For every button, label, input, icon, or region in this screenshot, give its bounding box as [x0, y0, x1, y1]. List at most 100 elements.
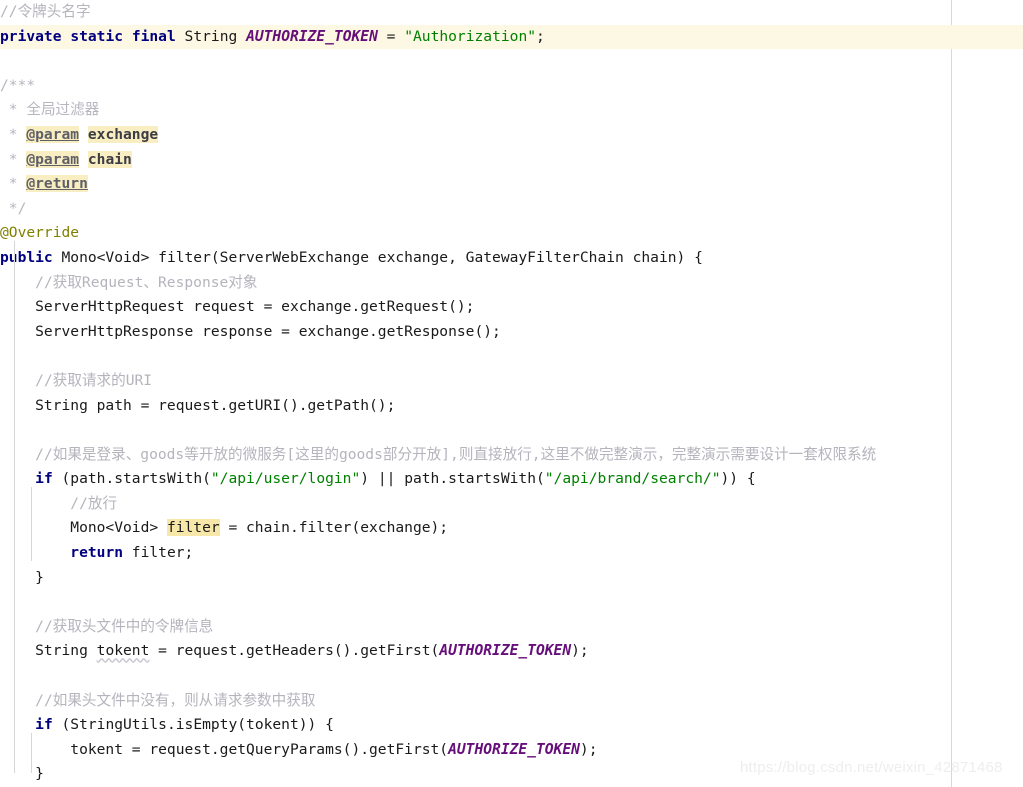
code-token: AUTHORIZE_TOKEN — [439, 642, 572, 660]
code-token: ); — [579, 740, 598, 758]
code-token: "/api/user/login" — [210, 470, 361, 488]
code-token: * — [0, 150, 27, 168]
code-token: return — [70, 544, 124, 562]
line-if-startswith[interactable]: if (path.startsWith("/api/user/login") |… — [0, 467, 1023, 492]
line-javadoc-close[interactable]: */ — [0, 197, 1023, 222]
line-comment-pass[interactable]: //放行 — [0, 492, 1023, 517]
code-token: = — [377, 27, 405, 45]
code-token: public — [0, 248, 53, 266]
line-close-if-1[interactable]: } — [0, 566, 1023, 591]
line-if-isempty[interactable]: if (StringUtils.isEmpty(tokent)) { — [0, 713, 1023, 738]
line-comment-get-req-resp[interactable]: //获取Request、Response对象 — [0, 271, 1023, 296]
code-token: //令牌头名字 — [0, 3, 91, 20]
code-token: Mono<Void> — [0, 519, 167, 537]
code-token: */ — [0, 199, 27, 217]
code-token: "/api/brand/search/" — [544, 470, 721, 488]
code-token: } — [0, 765, 44, 783]
code-token: 全局过滤器 — [26, 101, 100, 119]
indent-guide — [31, 733, 32, 773]
code-token: filter; — [123, 544, 194, 562]
code-token: filter — [166, 519, 220, 537]
code-token: @param — [26, 125, 80, 143]
code-token: @Override — [0, 224, 80, 242]
line-filter-signature[interactable]: public Mono<Void> filter(ServerWebExchan… — [0, 246, 1023, 271]
code-token: = request.getHeaders().getFirst( — [149, 642, 440, 660]
code-token: //放行 — [70, 494, 118, 512]
line-override-annotation[interactable]: @Override — [0, 221, 1023, 246]
code-token: private — [0, 27, 62, 45]
indent-guide — [14, 241, 15, 773]
line-chain-filter[interactable]: Mono<Void> filter = chain.filter(exchang… — [0, 516, 1023, 541]
code-token: * — [0, 175, 27, 193]
line-javadoc-open[interactable]: /*** — [0, 74, 1023, 99]
indent-guide — [31, 487, 32, 561]
line-javadoc-desc[interactable]: * 全局过滤器 — [0, 98, 1023, 123]
line-blank-5[interactable] — [0, 664, 1023, 689]
code-token: } — [0, 568, 44, 586]
code-token: ; — [536, 27, 545, 45]
line-javadoc-return[interactable]: * @return — [0, 172, 1023, 197]
code-token: @param — [26, 150, 80, 168]
line-comment-open-services[interactable]: //如果是登录、goods等开放的微服务[这里的goods部分开放],则直接放行… — [0, 443, 1023, 468]
code-token: Mono<Void> filter(ServerWebExchange exch… — [52, 248, 703, 266]
code-token: //获取Request、Response对象 — [35, 273, 258, 291]
code-token: /*** — [0, 76, 36, 94]
line-authorize-token-decl[interactable]: private static final String AUTHORIZE_TO… — [0, 24, 1023, 50]
code-token: AUTHORIZE_TOKEN — [246, 27, 378, 45]
line-blank-2[interactable] — [0, 344, 1023, 369]
line-blank-3[interactable] — [0, 418, 1023, 443]
code-token: String path = request.getURI().getPath()… — [0, 396, 396, 414]
code-token: chain — [87, 150, 132, 168]
line-javadoc-param-chain[interactable]: * @param chain — [0, 148, 1023, 173]
code-token: String — [175, 27, 247, 45]
code-editor[interactable]: //令牌头名字 private static final String AUTHO… — [0, 0, 1023, 787]
code-token: //如果头文件中没有，则从请求参数中获取 — [35, 691, 316, 709]
code-token: ServerHttpResponse response = exchange.g… — [0, 322, 501, 340]
line-comment-token-name[interactable]: //令牌头名字 — [0, 0, 1023, 25]
csdn-watermark: https://blog.csdn.net/weixin_42871468 — [740, 759, 1003, 776]
line-javadoc-param-exchange[interactable]: * @param exchange — [0, 123, 1023, 148]
line-comment-get-token-param[interactable]: //如果头文件中没有，则从请求参数中获取 — [0, 689, 1023, 714]
line-get-path[interactable]: String path = request.getURI().getPath()… — [0, 394, 1023, 419]
code-token: * — [0, 125, 27, 143]
code-token: //获取头文件中的令牌信息 — [35, 617, 214, 635]
code-token: ); — [571, 642, 589, 660]
line-comment-get-token-header[interactable]: //获取头文件中的令牌信息 — [0, 615, 1023, 640]
code-token: ServerHttpRequest request = exchange.get… — [0, 298, 475, 316]
line-comment-get-uri[interactable]: //获取请求的URI — [0, 369, 1023, 394]
code-token: )) { — [720, 470, 756, 488]
code-token: (StringUtils.isEmpty(tokent)) { — [52, 716, 334, 734]
code-token: //获取请求的URI — [35, 371, 153, 389]
code-content[interactable]: //令牌头名字 private static final String AUTHO… — [0, 0, 1023, 787]
code-token: //如果是登录、goods等开放的微服务[这里的goods部分开放],则直接放行… — [35, 445, 877, 463]
code-token: if — [35, 470, 53, 488]
code-token: = chain.filter(exchange); — [219, 519, 449, 537]
code-token: * — [0, 101, 27, 119]
code-token: @return — [26, 175, 88, 193]
code-token: tokent — [96, 642, 150, 660]
code-token: tokent = request.getQueryParams().getFir… — [0, 740, 449, 758]
line-blank-1[interactable] — [0, 49, 1023, 74]
code-token: exchange — [87, 125, 159, 143]
code-token: final — [131, 27, 176, 45]
line-token-from-header[interactable]: String tokent = request.getHeaders().get… — [0, 639, 1023, 664]
line-blank-4[interactable] — [0, 590, 1023, 615]
code-token: (path.startsWith( — [52, 470, 211, 488]
code-token: "Authorization" — [404, 27, 537, 45]
line-return-filter[interactable]: return filter; — [0, 541, 1023, 566]
line-get-response[interactable]: ServerHttpResponse response = exchange.g… — [0, 320, 1023, 345]
line-get-request[interactable]: ServerHttpRequest request = exchange.get… — [0, 295, 1023, 320]
